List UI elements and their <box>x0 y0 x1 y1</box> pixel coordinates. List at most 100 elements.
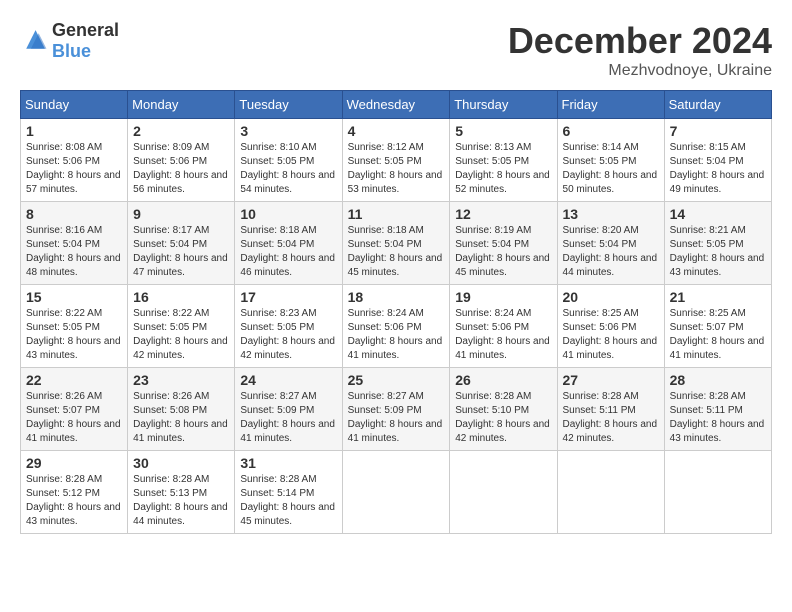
day-number-13: 13 <box>563 206 659 222</box>
day-cell-12: 12Sunrise: 8:19 AMSunset: 5:04 PMDayligh… <box>450 202 557 285</box>
day-cell-25: 25 Sunrise: 8:27 AMSunset: 5:09 PMDayligh… <box>342 368 450 451</box>
day-cell-28: 28 Sunrise: 8:28 AMSunset: 5:11 PMDayligh… <box>664 368 771 451</box>
day-detail-30: Sunrise: 8:28 AMSunset: 5:13 PMDaylight:… <box>133 473 229 529</box>
day-detail-14: Sunrise: 8:21 AMSunset: 5:05 PMDaylight:… <box>670 224 766 280</box>
day-number-19: 19 <box>455 289 551 305</box>
day-cell-24: 24 Sunrise: 8:27 AMSunset: 5:09 PMDayligh… <box>235 368 342 451</box>
day-detail-24: Sunrise: 8:27 AMSunset: 5:09 PMDaylight:… <box>240 390 336 446</box>
column-header-sunday: Sunday <box>21 91 128 119</box>
day-detail-27: Sunrise: 8:28 AMSunset: 5:11 PMDaylight:… <box>563 390 659 446</box>
logo-icon <box>20 27 48 55</box>
day-detail-25: Sunrise: 8:27 AMSunset: 5:09 PMDaylight:… <box>348 390 445 446</box>
day-cell-13: 13Sunrise: 8:20 AMSunset: 5:04 PMDayligh… <box>557 202 664 285</box>
day-cell-9: 9 Sunrise: 8:17 AMSunset: 5:04 PMDaylight… <box>128 202 235 285</box>
day-number-23: 23 <box>133 372 229 388</box>
day-detail-5: Sunrise: 8:13 AMSunset: 5:05 PMDaylight:… <box>455 141 551 197</box>
day-cell-5: 5 Sunrise: 8:13 AMSunset: 5:05 PMDaylight… <box>450 119 557 202</box>
day-detail-15: Sunrise: 8:22 AMSunset: 5:05 PMDaylight:… <box>26 307 122 363</box>
calendar-week-3: 15 Sunrise: 8:22 AMSunset: 5:05 PMDayligh… <box>21 285 772 368</box>
day-number-15: 15 <box>26 289 122 305</box>
day-cell-2: 2 Sunrise: 8:09 AMSunset: 5:06 PMDaylight… <box>128 119 235 202</box>
empty-cell <box>450 451 557 534</box>
day-number-25: 25 <box>348 372 445 388</box>
day-number-27: 27 <box>563 372 659 388</box>
column-header-tuesday: Tuesday <box>235 91 342 119</box>
empty-cell <box>664 451 771 534</box>
day-detail-17: Sunrise: 8:23 AMSunset: 5:05 PMDaylight:… <box>240 307 336 363</box>
day-number-2: 2 <box>133 123 229 139</box>
day-number-1: 1 <box>26 123 122 139</box>
day-cell-7: 7 Sunrise: 8:15 AMSunset: 5:04 PMDaylight… <box>664 119 771 202</box>
day-cell-6: 6 Sunrise: 8:14 AMSunset: 5:05 PMDaylight… <box>557 119 664 202</box>
day-cell-26: 26 Sunrise: 8:28 AMSunset: 5:10 PMDayligh… <box>450 368 557 451</box>
day-number-16: 16 <box>133 289 229 305</box>
day-number-10: 10 <box>240 206 336 222</box>
calendar-week-5: 29 Sunrise: 8:28 AMSunset: 5:12 PMDayligh… <box>21 451 772 534</box>
day-cell-21: 21Sunrise: 8:25 AMSunset: 5:07 PMDayligh… <box>664 285 771 368</box>
calendar-week-1: 1 Sunrise: 8:08 AMSunset: 5:06 PMDaylight… <box>21 119 772 202</box>
day-number-22: 22 <box>26 372 122 388</box>
day-number-20: 20 <box>563 289 659 305</box>
day-detail-19: Sunrise: 8:24 AMSunset: 5:06 PMDaylight:… <box>455 307 551 363</box>
day-number-7: 7 <box>670 123 766 139</box>
day-cell-11: 11 Sunrise: 8:18 AMSunset: 5:04 PMDayligh… <box>342 202 450 285</box>
day-detail-10: Sunrise: 8:18 AMSunset: 5:04 PMDaylight:… <box>240 224 336 280</box>
day-cell-14: 14Sunrise: 8:21 AMSunset: 5:05 PMDayligh… <box>664 202 771 285</box>
day-number-26: 26 <box>455 372 551 388</box>
day-detail-16: Sunrise: 8:22 AMSunset: 5:05 PMDaylight:… <box>133 307 229 363</box>
day-detail-11: Sunrise: 8:18 AMSunset: 5:04 PMDaylight:… <box>348 224 445 280</box>
day-cell-1: 1 Sunrise: 8:08 AMSunset: 5:06 PMDaylight… <box>21 119 128 202</box>
day-cell-30: 30 Sunrise: 8:28 AMSunset: 5:13 PMDayligh… <box>128 451 235 534</box>
day-detail-9: Sunrise: 8:17 AMSunset: 5:04 PMDaylight:… <box>133 224 229 280</box>
day-detail-22: Sunrise: 8:26 AMSunset: 5:07 PMDaylight:… <box>26 390 122 446</box>
day-detail-23: Sunrise: 8:26 AMSunset: 5:08 PMDaylight:… <box>133 390 229 446</box>
day-cell-16: 16 Sunrise: 8:22 AMSunset: 5:05 PMDayligh… <box>128 285 235 368</box>
day-number-3: 3 <box>240 123 336 139</box>
day-detail-8: Sunrise: 8:16 AMSunset: 5:04 PMDaylight:… <box>26 224 122 280</box>
day-number-11: 11 <box>348 206 445 222</box>
day-number-8: 8 <box>26 206 122 222</box>
title-area: December 2024 Mezhvodnoye, Ukraine <box>508 20 772 80</box>
empty-cell <box>557 451 664 534</box>
day-cell-15: 15 Sunrise: 8:22 AMSunset: 5:05 PMDayligh… <box>21 285 128 368</box>
calendar-table: SundayMondayTuesdayWednesdayThursdayFrid… <box>20 90 772 534</box>
column-header-thursday: Thursday <box>450 91 557 119</box>
day-cell-8: 8 Sunrise: 8:16 AMSunset: 5:04 PMDaylight… <box>21 202 128 285</box>
day-detail-28: Sunrise: 8:28 AMSunset: 5:11 PMDaylight:… <box>670 390 766 446</box>
day-number-5: 5 <box>455 123 551 139</box>
calendar-week-2: 8 Sunrise: 8:16 AMSunset: 5:04 PMDaylight… <box>21 202 772 285</box>
day-detail-29: Sunrise: 8:28 AMSunset: 5:12 PMDaylight:… <box>26 473 122 529</box>
day-number-18: 18 <box>348 289 445 305</box>
day-detail-7: Sunrise: 8:15 AMSunset: 5:04 PMDaylight:… <box>670 141 766 197</box>
logo: General Blue <box>20 20 119 62</box>
day-number-28: 28 <box>670 372 766 388</box>
day-detail-2: Sunrise: 8:09 AMSunset: 5:06 PMDaylight:… <box>133 141 229 197</box>
day-cell-23: 23 Sunrise: 8:26 AMSunset: 5:08 PMDayligh… <box>128 368 235 451</box>
day-detail-18: Sunrise: 8:24 AMSunset: 5:06 PMDaylight:… <box>348 307 445 363</box>
day-cell-19: 19 Sunrise: 8:24 AMSunset: 5:06 PMDayligh… <box>450 285 557 368</box>
logo-general: General <box>52 20 119 40</box>
day-cell-27: 27 Sunrise: 8:28 AMSunset: 5:11 PMDayligh… <box>557 368 664 451</box>
calendar-week-4: 22 Sunrise: 8:26 AMSunset: 5:07 PMDayligh… <box>21 368 772 451</box>
day-detail-20: Sunrise: 8:25 AMSunset: 5:06 PMDaylight:… <box>563 307 659 363</box>
day-number-17: 17 <box>240 289 336 305</box>
day-number-31: 31 <box>240 455 336 471</box>
day-number-24: 24 <box>240 372 336 388</box>
day-detail-6: Sunrise: 8:14 AMSunset: 5:05 PMDaylight:… <box>563 141 659 197</box>
column-header-monday: Monday <box>128 91 235 119</box>
day-number-6: 6 <box>563 123 659 139</box>
day-cell-18: 18 Sunrise: 8:24 AMSunset: 5:06 PMDayligh… <box>342 285 450 368</box>
day-detail-1: Sunrise: 8:08 AMSunset: 5:06 PMDaylight:… <box>26 141 122 197</box>
column-header-saturday: Saturday <box>664 91 771 119</box>
day-number-12: 12 <box>455 206 551 222</box>
empty-cell <box>342 451 450 534</box>
day-detail-4: Sunrise: 8:12 AMSunset: 5:05 PMDaylight:… <box>348 141 445 197</box>
day-detail-26: Sunrise: 8:28 AMSunset: 5:10 PMDaylight:… <box>455 390 551 446</box>
day-number-30: 30 <box>133 455 229 471</box>
location-title: Mezhvodnoye, Ukraine <box>508 62 772 80</box>
day-number-9: 9 <box>133 206 229 222</box>
day-cell-22: 22 Sunrise: 8:26 AMSunset: 5:07 PMDayligh… <box>21 368 128 451</box>
column-header-friday: Friday <box>557 91 664 119</box>
day-number-29: 29 <box>26 455 122 471</box>
column-header-wednesday: Wednesday <box>342 91 450 119</box>
